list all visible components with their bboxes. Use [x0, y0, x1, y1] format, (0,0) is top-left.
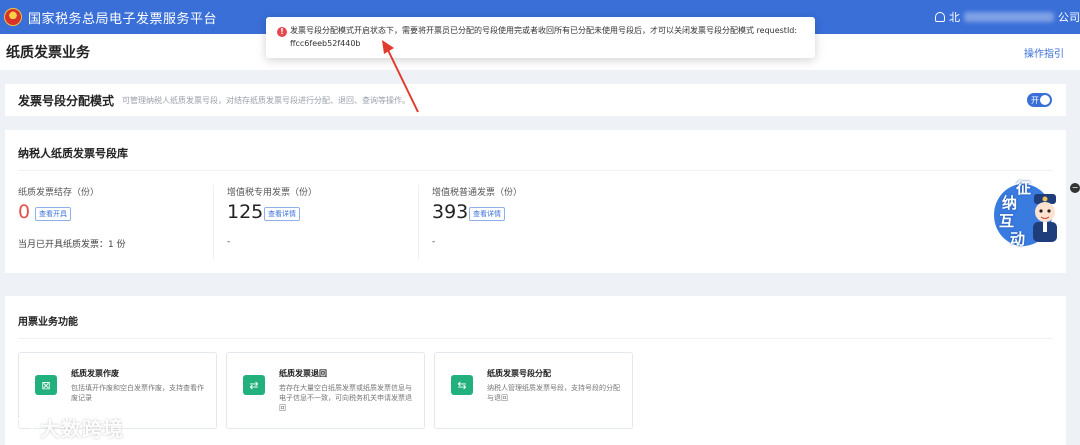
user-name-blurred [964, 12, 1054, 22]
func-description: 包括填开作废和空白发票作废，支持查看作废记录 [71, 384, 204, 402]
error-icon: ! [277, 27, 287, 37]
stat-special-vat: 增值税专用发票（份） 125 查看详情 - [213, 185, 405, 260]
toggle-knob [1040, 95, 1050, 105]
annotation-arrow-icon [382, 40, 419, 113]
func-name: 纸质发票作废 [71, 369, 119, 378]
library-title: 纳税人纸质发票号段库 [18, 147, 128, 160]
divider [18, 170, 1053, 171]
watermark-text: 大数跨境 [40, 417, 124, 441]
toast-message: 发票号段分配模式开启状态下，需要将开票员已分配的号段使用完或者收回所有已分配未使… [290, 26, 798, 48]
mascot-char: 动 [1010, 230, 1026, 248]
stat-label: 增值税普通发票（份） [432, 188, 523, 198]
func-name: 纸质发票号段分配 [487, 369, 551, 378]
toggle-label: 开 [1031, 95, 1039, 105]
functions-title: 用票业务功能 [18, 317, 78, 328]
func-allocate-number-range[interactable]: ⇆ 纸质发票号段分配 纳税人管理纸质发票号段，支持号段的分配与退回 [434, 352, 633, 429]
allocation-mode-card: 发票号段分配模式 可管理纳税人纸质发票号段，对结存纸质发票号段进行分配、退回、查… [5, 84, 1066, 116]
stat-footer: - [432, 237, 436, 247]
watermark-logo-icon [13, 417, 33, 439]
app-title: 国家税务总局电子发票服务平台 [28, 11, 218, 27]
view-details-button[interactable]: 查看详情 [264, 207, 300, 221]
stat-footer: - [227, 237, 231, 247]
mode-description: 可管理纳税人纸质发票号段，对结存纸质发票号段进行分配、退回、查询等操作。 [122, 95, 411, 105]
mode-label: 发票号段分配模式 [18, 93, 115, 108]
user-icon [935, 12, 945, 22]
mascot-char: 征 [1016, 179, 1032, 197]
user-name-prefix: 北 [949, 11, 960, 24]
error-toast: ! 发票号段分配模式开启状态下，需要将开票员已分配的号段使用完或者收回所有已分配… [266, 17, 815, 58]
stat-general-vat: 增值税普通发票（份） 393 查看详情 - [418, 185, 618, 260]
mode-toggle[interactable]: 开 [1027, 93, 1052, 107]
user-menu[interactable]: 北 公司 [935, 0, 1080, 34]
stat-value: 0 [18, 201, 31, 223]
page-title: 纸质发票业务 [6, 45, 90, 61]
func-name: 纸质发票退回 [279, 369, 327, 378]
func-description: 纳税人管理纸质发票号段，支持号段的分配与退回 [487, 384, 620, 402]
return-icon: ⇄ [243, 375, 265, 395]
allocate-icon: ⇆ [451, 375, 473, 395]
stat-value: 393 [432, 201, 469, 223]
officer-avatar-icon [1033, 194, 1057, 242]
user-name-suffix: 公司 [1058, 11, 1080, 24]
invoice-functions-card: 用票业务功能 ⊠ 纸质发票作废 包括填开作废和空白发票作废，支持查看作废记录 ⇄… [5, 296, 1066, 445]
stat-value: 125 [227, 201, 264, 223]
stat-label: 纸质发票结存（份） [18, 188, 100, 198]
void-icon: ⊠ [35, 375, 57, 395]
stat-footer: 当月已开具纸质发票：1 份 [18, 240, 126, 250]
stat-paper-stock: 纸质发票结存（份） 0 查看开具 当月已开具纸质发票：1 份 [18, 185, 215, 260]
watermark: 大数跨境 [10, 413, 124, 442]
operation-guide-link[interactable]: 操作指引 [1024, 45, 1064, 60]
view-details-button[interactable]: 查看详情 [469, 207, 505, 221]
divider [18, 338, 1053, 339]
stat-label: 增值税专用发票（份） [227, 188, 318, 198]
service-mascot[interactable]: 征 纳 互 动 [994, 179, 1070, 250]
view-issued-button[interactable]: 查看开具 [35, 207, 71, 221]
invoice-number-library-card: 纳税人纸质发票号段库 纸质发票结存（份） 0 查看开具 当月已开具纸质发票：1 … [5, 130, 1066, 273]
collapse-icon[interactable]: − [1070, 183, 1080, 193]
func-description: 若存在大量空白纸质发票或纸质发票信息与电子信息不一致，可向税务机关申请发票退回 [279, 384, 412, 412]
func-return-paper-invoice[interactable]: ⇄ 纸质发票退回 若存在大量空白纸质发票或纸质发票信息与电子信息不一致，可向税务… [226, 352, 425, 429]
tax-emblem-icon [4, 8, 22, 26]
